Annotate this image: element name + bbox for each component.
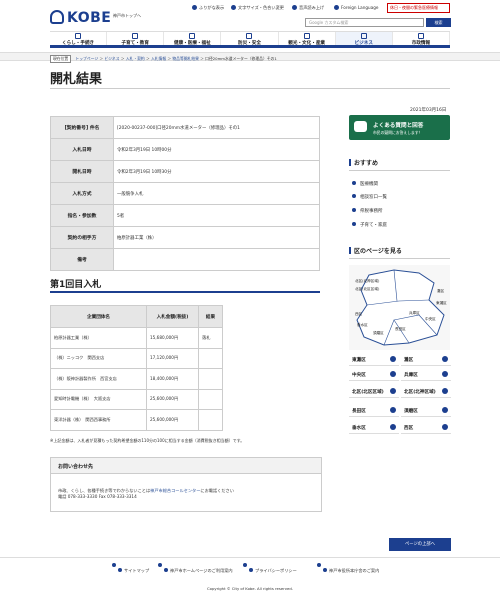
recommend-item[interactable]: 子育て・家庭 (352, 222, 387, 228)
nav-icon (360, 33, 367, 39)
table-row: 柏原計器工業（株） 15,680,000円 落札 (50, 327, 223, 349)
furigana-link[interactable]: ふりがな表示 (192, 5, 224, 11)
table-row: 開札日時 令和2年3月19日 10時30分 (50, 160, 320, 183)
nav-health[interactable]: 健康・医療・福祉 (164, 32, 222, 46)
table-row: （株）ニッコク 関西支店 17,120,000円 (50, 347, 223, 369)
nav-icon (246, 33, 253, 39)
kobe-map-icon (356, 269, 445, 346)
wards-heading: 区のページを見る (349, 246, 402, 255)
call-center-link[interactable]: 神戸市総合コールセンター (150, 488, 200, 493)
table-row: 契約の相手方 柏原計器工業（株） (50, 226, 320, 249)
foreign-language-link[interactable]: Foreign Language (334, 5, 379, 10)
ward-kita-hokushin[interactable]: 北区(北神区域) (401, 385, 451, 398)
bid-results-table: 企業団体名 入札金額(税抜) 結果 柏原計器工業（株） 15,680,000円 落札 （… (50, 305, 223, 431)
text-size-link[interactable]: 文字サイズ・色合い変更 (231, 5, 284, 11)
ward-map[interactable]: 北区(北神区域) 北区(北区区域) 西区 垂水区 須磨区 長田区 兵庫区 中央区… (349, 265, 450, 350)
site-header: KOBE 神戸市トップへ ふりがな表示 文字サイズ・色合い変更 音声読み上げ F… (0, 0, 500, 30)
breadcrumb-contract[interactable]: 入札・契約 (126, 56, 145, 61)
nav-childcare[interactable]: 子育て・教育 (107, 32, 165, 46)
footer-links: サイトマップ 神戸市ホームページのご利用案内 プライバシーポリシー 神戸市役所本… (0, 557, 500, 573)
ward-chuo[interactable]: 中央区 (349, 368, 399, 381)
recommend-item[interactable]: 相談窓口一覧 (352, 194, 387, 200)
footer-privacy-link[interactable]: プライバシーポリシー (243, 563, 297, 573)
nav-business[interactable]: ビジネス (335, 32, 393, 46)
footer-guide-link[interactable]: 神戸市ホームページのご利用案内 (158, 563, 233, 573)
speech-link[interactable]: 音声読み上げ (292, 5, 324, 11)
back-to-top-button[interactable]: ページの上部へ (389, 538, 451, 551)
top-page-link[interactable]: 神戸市トップへ (113, 13, 141, 19)
nav-icon (189, 33, 196, 39)
contact-box: お問い合わせ先 市政、くらし、各種手続き等でわからないことは神戸市総合コールセン… (50, 457, 322, 512)
update-date: 2021年03月16日 (410, 108, 447, 113)
nav-icon (75, 33, 82, 39)
nav-tourism[interactable]: 観光・文化・産業 (279, 32, 336, 46)
global-nav: くらし・手続き 子育て・教育 健康・医療・福祉 防災・安全 観光・文化・産業 ビ… (50, 31, 450, 48)
ward-nada[interactable]: 灘区 (401, 353, 451, 366)
breadcrumb-top[interactable]: トップページ (75, 56, 98, 61)
recommend-item[interactable]: 医療機関 (352, 181, 378, 187)
contact-title: お問い合わせ先 (51, 458, 321, 474)
table-row: 入札日時 令和2年3月19日 10時00分 (50, 138, 320, 161)
table-row: 入札方式 一般競争入札 (50, 182, 320, 205)
table-row: 備考 (50, 248, 320, 271)
footer-cityhall-link[interactable]: 神戸市役所本庁舎のご案内 (317, 563, 379, 573)
ward-hyogo[interactable]: 兵庫区 (401, 368, 451, 381)
nav-icon (132, 33, 139, 39)
search-input[interactable]: Google カスタム検索 (305, 18, 424, 27)
ward-tarumi[interactable]: 垂水区 (349, 421, 399, 434)
table-row: 東洋計器（株） 関西西事務所 25,600,000円 (50, 409, 223, 431)
nav-city-info[interactable]: 市政情報 (393, 32, 450, 46)
nav-safety[interactable]: 防災・安全 (221, 32, 279, 46)
table-row: [契約番号] 件名 [2020-00237-000]口径20mm水道メーター（修理… (50, 116, 320, 139)
breadcrumb: 現在位置 トップページ ＞ ビジネス ＞ 入札・契約 ＞ 入札情報 ＞ 物品等開… (0, 52, 500, 63)
breadcrumb-bid-info[interactable]: 入札情報 (151, 56, 166, 61)
ward-suma[interactable]: 須磨区 (401, 404, 451, 417)
faq-banner[interactable]: よくある質問と回答 市民の疑問にお答えします！ (349, 115, 450, 140)
breadcrumb-business[interactable]: ビジネス (104, 56, 119, 61)
nav-icon (417, 33, 424, 39)
nav-icon (303, 33, 310, 39)
copyright: Copyright © City of Kobe. All rights res… (207, 586, 293, 591)
ward-nagata[interactable]: 長田区 (349, 404, 399, 417)
round-heading: 第1回目入札 (50, 280, 102, 290)
table-row: 愛知時計電機（株） 大阪支店 25,600,000円 (50, 388, 223, 410)
price-note: ※上記金額は、入札者が見積もった契約希望金額の110分の100に相当する金額（消… (50, 438, 245, 443)
emergency-medical-button[interactable]: 休日・夜間の緊急医療情報 (387, 3, 450, 13)
recommend-heading: おすすめ (349, 158, 378, 167)
kobe-logo[interactable]: KOBE (50, 10, 111, 26)
table-row: 指名・参加数 5者 (50, 204, 320, 227)
contract-info-table: [契約番号] 件名 [2020-00237-000]口径20mm水道メーター（修理… (50, 116, 320, 271)
nav-life[interactable]: くらし・手続き (50, 32, 108, 46)
search-button[interactable]: 検索 (426, 18, 451, 27)
recommend-item[interactable]: 県税事務所 (352, 208, 383, 214)
page-title: 開札結果 (50, 72, 103, 87)
footer-sitemap-link[interactable]: サイトマップ (112, 563, 149, 573)
ward-higashinada[interactable]: 東灘区 (349, 353, 399, 366)
table-row: （株）阪神計器製作所 西宮支店 18,400,000円 (50, 368, 223, 390)
kobe-emblem-icon (50, 10, 64, 24)
speech-bubble-icon (354, 121, 367, 132)
breadcrumb-current: 口径20mm水道メーター（修理品）その1 (205, 56, 277, 61)
ward-kita[interactable]: 北区(北区区域) (349, 385, 399, 398)
ward-nishi[interactable]: 西区 (401, 421, 451, 434)
breadcrumb-results[interactable]: 物品等開札結果 (172, 56, 199, 61)
